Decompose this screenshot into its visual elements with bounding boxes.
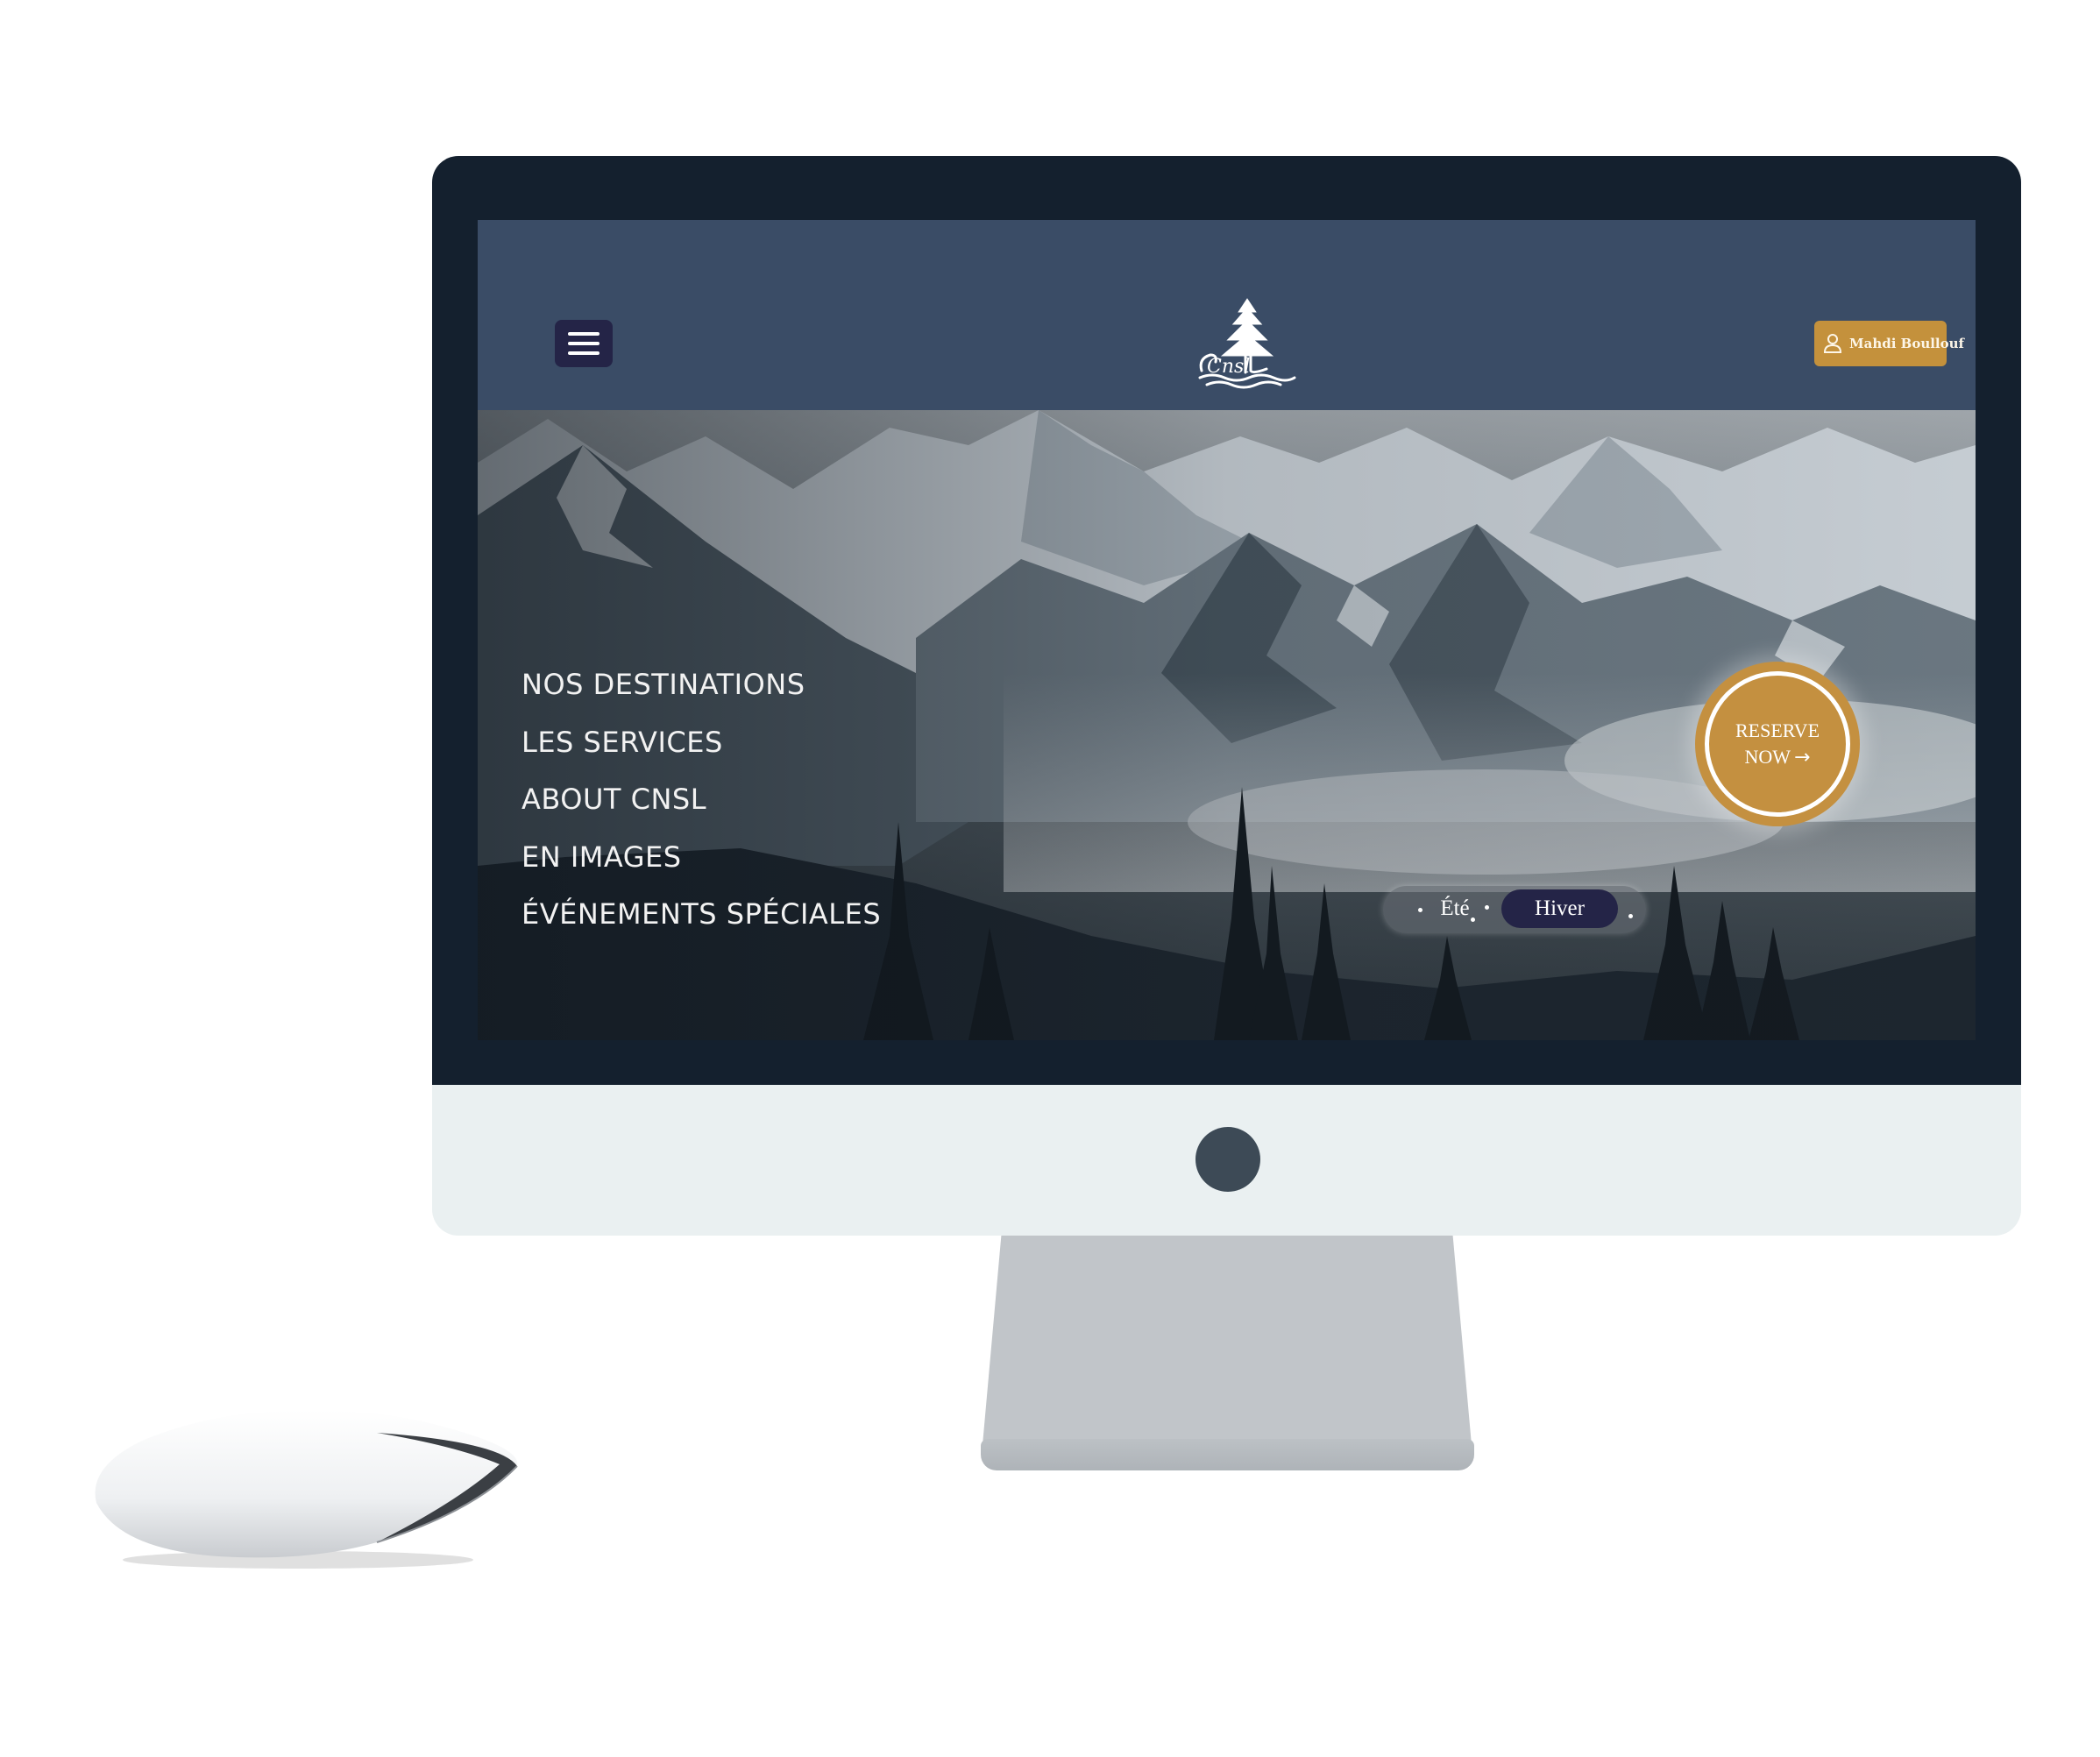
nav-item-destinations[interactable]: NOS DESTINATIONS [521,658,881,716]
main-navigation: NOS DESTINATIONS LES SERVICES ABOUT CNSL… [521,658,881,946]
monitor-logo-icon [1195,1127,1260,1192]
user-account-button[interactable]: Mahdi Boullouf [1814,321,1964,366]
hero-section: NOS DESTINATIONS LES SERVICES ABOUT CNSL… [478,410,1976,1040]
season-toggle: Été Hiver [1383,886,1646,933]
magic-mouse [95,1410,518,1569]
cnsl-logo[interactable]: Cnsl [1195,297,1300,392]
season-option-winter[interactable]: Hiver [1501,889,1618,928]
hamburger-icon-bar [568,351,599,355]
snowflake-icon [1628,914,1633,918]
season-option-summer[interactable]: Été [1409,889,1501,928]
nav-item-about[interactable]: ABOUT CNSL [521,773,881,831]
nav-item-images[interactable]: EN IMAGES [521,831,881,889]
monitor-stand [982,1236,1472,1455]
hamburger-icon-bar [568,342,599,345]
hamburger-menu-button[interactable] [555,320,613,367]
pine-tree-logo-icon: Cnsl [1198,298,1296,389]
nav-item-services[interactable]: LES SERVICES [521,716,881,774]
monitor-stand-base [981,1439,1474,1470]
website-screen: Cnsl Mahdi Boullouf NOS DESTINATIONS LES… [478,220,1976,1040]
arrow-right-icon: → [1794,746,1811,769]
reserve-label-line1: RESERVE [1735,719,1820,741]
site-header: Cnsl Mahdi Boullouf [478,220,1976,410]
logo-wordmark: Cnsl [1207,356,1250,378]
reserve-button-ring: RESERVE NOW → [1705,671,1850,817]
user-icon [1823,333,1842,354]
user-name-label: Mahdi Boullouf [1849,336,1964,351]
reserve-label-line2-wrap: NOW → [1745,744,1811,771]
reserve-label-line2: NOW [1744,745,1791,768]
hamburger-icon-bar [568,332,599,336]
nav-item-special-events[interactable]: ÉVÉNEMENTS SPÉCIALES [521,888,881,946]
reserve-now-button[interactable]: RESERVE NOW → [1695,662,1860,826]
